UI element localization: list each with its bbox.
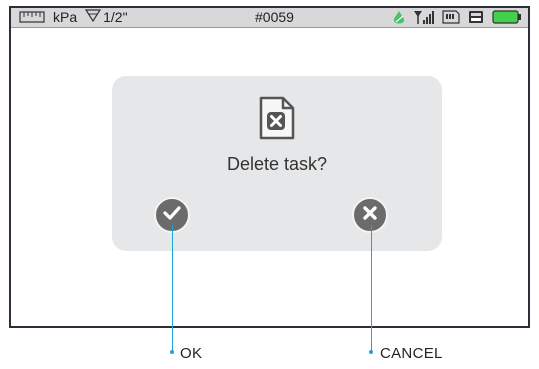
cancel-callout-label: CANCEL [380,345,443,362]
x-icon [362,205,378,226]
delete-task-dialog: Delete task? [112,76,442,251]
ok-callout-label: OK [180,345,203,362]
funnel-icon [85,9,102,25]
sd-card-icon [442,10,460,27]
status-bar: kPa 1/2" #0059 [11,8,528,28]
usb-drive-icon [468,10,484,27]
cancel-button[interactable] [352,197,388,233]
gas-icon [392,10,406,27]
cancel-callout-dot [369,350,373,354]
check-icon [163,205,181,225]
ok-callout-dot [170,350,174,354]
dialog-message: Delete task? [226,154,328,174]
unit-label: kPa [53,9,78,25]
task-id: #0059 [255,9,294,25]
ok-callout-line [172,225,173,352]
cancel-callout-line [371,225,372,352]
pipe-size-label: 1/2" [103,9,128,25]
delete-file-icon [257,95,297,146]
battery-icon [492,10,522,27]
pipe-size: 1/2" [85,9,128,25]
device-screen: kPa 1/2" #0059 Delete task? [9,6,530,328]
ruler-icon [19,10,45,24]
signal-icon [414,10,434,27]
